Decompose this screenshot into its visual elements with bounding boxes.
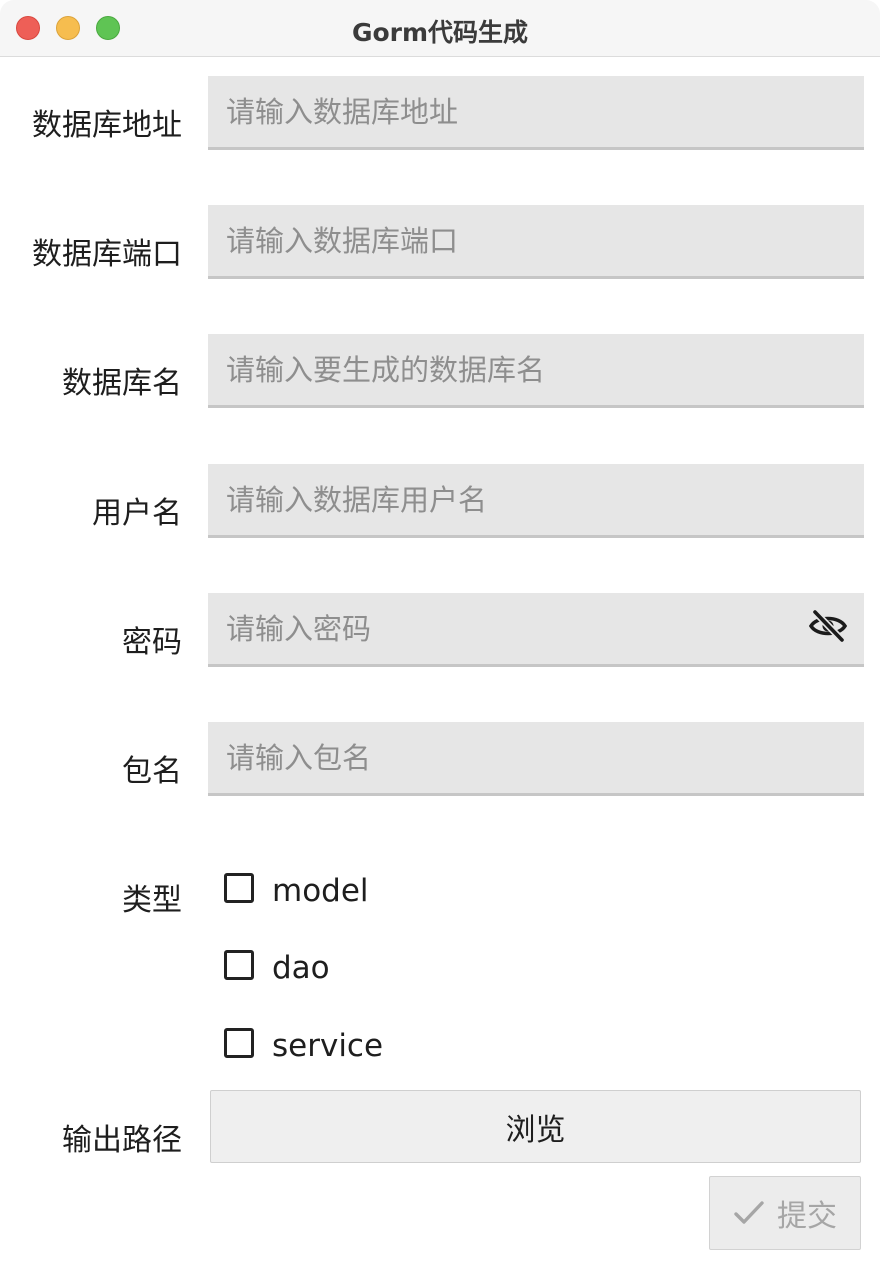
service-checkbox-label[interactable]: service xyxy=(272,1028,383,1064)
password-input[interactable] xyxy=(208,593,864,664)
dao-checkbox-label[interactable]: dao xyxy=(272,950,330,986)
window-title: Gorm代码生成 xyxy=(351,18,529,47)
password-label: 密码 xyxy=(122,625,182,660)
submit-button-label: 提交 xyxy=(777,1199,837,1234)
username-label: 用户名 xyxy=(92,496,182,531)
username-field xyxy=(208,464,864,538)
db-host-input[interactable] xyxy=(208,76,864,147)
submit-button[interactable]: 提交 xyxy=(709,1176,861,1250)
db-port-input[interactable] xyxy=(208,205,864,276)
password-field xyxy=(208,593,864,667)
dao-checkbox[interactable] xyxy=(224,950,254,980)
package-field xyxy=(208,722,864,796)
model-checkbox[interactable] xyxy=(224,873,254,903)
package-input[interactable] xyxy=(208,722,864,793)
model-checkbox-label[interactable]: model xyxy=(272,873,369,909)
browse-button[interactable]: 浏览 xyxy=(210,1090,861,1163)
db-name-input[interactable] xyxy=(208,334,864,405)
type-label: 类型 xyxy=(122,883,182,918)
username-input[interactable] xyxy=(208,464,864,535)
db-host-field xyxy=(208,76,864,150)
db-name-field xyxy=(208,334,864,408)
title-bar[interactable]: Gorm代码生成 xyxy=(0,0,880,57)
db-port-label: 数据库端口 xyxy=(32,237,182,272)
app-window: Gorm代码生成 数据库地址 数据库端口 数据库名 用户名 密码 包名 类型 xyxy=(0,0,880,1268)
package-label: 包名 xyxy=(122,754,182,789)
check-icon xyxy=(734,1201,764,1224)
db-host-label: 数据库地址 xyxy=(32,108,182,143)
service-checkbox[interactable] xyxy=(224,1028,254,1058)
eye-off-icon[interactable] xyxy=(808,608,848,644)
browse-button-label: 浏览 xyxy=(505,1112,566,1148)
db-name-label: 数据库名 xyxy=(62,366,182,401)
db-port-field xyxy=(208,205,864,279)
output-path-label: 输出路径 xyxy=(62,1123,182,1158)
